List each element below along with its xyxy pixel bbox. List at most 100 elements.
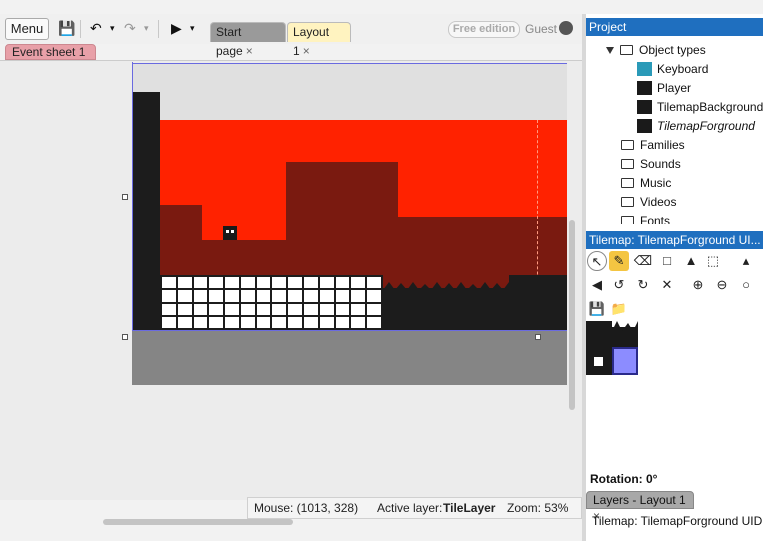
menu-button[interactable]: Menu bbox=[5, 18, 49, 40]
user-avatar-icon[interactable] bbox=[559, 21, 573, 35]
spike-edge bbox=[383, 282, 509, 290]
layout-ground bbox=[132, 330, 567, 385]
layout-scene[interactable] bbox=[132, 63, 567, 385]
redo-icon[interactable]: ↷ bbox=[124, 19, 136, 37]
folder-icon bbox=[621, 197, 634, 207]
mouse-coordinates: Mouse: (1013, 328) bbox=[254, 501, 359, 515]
folder-icon bbox=[621, 178, 634, 188]
folder-icon bbox=[620, 45, 633, 55]
app-window: Menu 💾 ↶ ▾ ↷ ▾ ▶ ▾ Start page × Layout 1 ×… bbox=[0, 0, 763, 541]
tab-label: Start page bbox=[216, 25, 243, 58]
tree-item-label: TilemapBackground bbox=[657, 100, 763, 114]
tree-item-label: Keyboard bbox=[657, 62, 709, 76]
tab-layers-layout-1[interactable]: Layers - Layout 1 × bbox=[586, 491, 694, 523]
rectangle-tool-icon[interactable]: □ bbox=[657, 251, 677, 271]
layers-list-item[interactable]: Tilemap: TilemapForground UID 1 bbox=[586, 511, 763, 531]
tree-item-tilemap-background[interactable]: TilemapBackground bbox=[637, 98, 763, 116]
zoom-level: Zoom: 53% bbox=[507, 501, 569, 515]
tree-item-music[interactable]: Music bbox=[621, 174, 671, 192]
tree-item-videos[interactable]: Videos bbox=[621, 193, 676, 211]
play-icon[interactable]: ▶ bbox=[171, 19, 182, 37]
tree-item-label: TilemapForground bbox=[657, 119, 755, 133]
save-icon[interactable]: 💾 bbox=[587, 299, 607, 319]
tab-label: Layout 1 bbox=[293, 25, 330, 58]
tree-item-player[interactable]: Player bbox=[637, 79, 691, 97]
tab-layout-1[interactable]: Layout 1 × bbox=[287, 22, 351, 58]
mirror-vertical-icon[interactable]: ◀ bbox=[587, 275, 607, 295]
tilemap-panel-header: Tilemap: TilemapForground UI... bbox=[586, 231, 763, 249]
close-icon[interactable]: × bbox=[303, 44, 310, 58]
toolbar-divider bbox=[80, 20, 81, 38]
tree-item-label: Families bbox=[640, 138, 685, 152]
tree-item-tilemap-forground[interactable]: TilemapForground bbox=[637, 117, 755, 135]
select-tool-icon[interactable]: ↖ bbox=[587, 251, 607, 271]
toolbar-divider bbox=[158, 20, 159, 38]
zoom-reset-icon[interactable]: ○ bbox=[736, 275, 756, 295]
tab-start-page[interactable]: Start page × bbox=[210, 22, 286, 58]
layout-background bbox=[132, 63, 567, 120]
tilemap-pillar[interactable] bbox=[132, 92, 160, 330]
undo-icon[interactable]: ↶ bbox=[90, 19, 102, 37]
marquee-tool-icon[interactable]: ⬚ bbox=[703, 251, 723, 271]
zoom-in-icon[interactable]: ⊕ bbox=[688, 275, 708, 295]
expand-arrow-icon[interactable] bbox=[606, 47, 614, 54]
selected-tile[interactable] bbox=[612, 347, 638, 375]
tab-label: Event sheet 1 bbox=[12, 45, 86, 59]
tree-item-label: Object types bbox=[639, 43, 706, 57]
tree-item-label: Videos bbox=[640, 195, 677, 209]
vertical-scrollbar[interactable] bbox=[569, 220, 575, 410]
player-sprite-icon bbox=[637, 81, 652, 95]
folder-open-icon[interactable]: 📁 bbox=[609, 299, 629, 319]
resize-handle[interactable] bbox=[122, 194, 128, 200]
project-panel-header: Project bbox=[586, 18, 763, 36]
project-tree: Object types Keyboard Player TilemapBack… bbox=[586, 36, 763, 224]
main-toolbar: Menu 💾 ↶ ▾ ↷ ▾ ▶ ▾ Start page × Layout 1 ×… bbox=[0, 14, 582, 58]
tree-item-fonts[interactable]: Fonts bbox=[621, 212, 670, 224]
tree-item-families[interactable]: Families bbox=[621, 136, 685, 154]
close-icon[interactable]: × bbox=[246, 44, 253, 58]
tile-marker bbox=[594, 357, 603, 366]
pencil-tool-icon[interactable]: ✎ bbox=[609, 251, 629, 271]
reset-transform-icon[interactable]: ✕ bbox=[657, 275, 677, 295]
eraser-tool-icon[interactable]: ⌫ bbox=[633, 251, 653, 271]
tilemap-icon bbox=[637, 100, 652, 114]
undo-dropdown-icon[interactable]: ▾ bbox=[110, 19, 115, 37]
active-layer-value: TileLayer bbox=[443, 501, 496, 515]
resize-handle[interactable] bbox=[122, 334, 128, 340]
horizontal-scrollbar[interactable] bbox=[103, 519, 293, 525]
tilemap-foreground-block[interactable] bbox=[509, 275, 567, 330]
keyboard-icon bbox=[637, 62, 652, 76]
play-dropdown-icon[interactable]: ▾ bbox=[190, 19, 195, 37]
tilemap-icon bbox=[637, 119, 652, 133]
spike-tile-edge bbox=[612, 321, 638, 331]
player-sprite[interactable] bbox=[223, 226, 237, 240]
tree-item-label: Player bbox=[657, 81, 692, 95]
zoom-out-icon[interactable]: ⊖ bbox=[712, 275, 732, 295]
redo-dropdown-icon[interactable]: ▾ bbox=[144, 19, 149, 37]
folder-icon bbox=[621, 140, 634, 150]
free-edition-badge[interactable]: Free edition bbox=[448, 21, 520, 38]
tree-item-sounds[interactable]: Sounds bbox=[621, 155, 681, 173]
rotation-readout: Rotation: 0° bbox=[590, 472, 658, 486]
tab-event-sheet-1[interactable]: Event sheet 1 × bbox=[5, 44, 96, 74]
mirror-horizontal-icon[interactable]: ▴ bbox=[736, 251, 756, 271]
tilemap-panel-title: Tilemap: TilemapForground UI... bbox=[589, 233, 761, 247]
tree-item-keyboard[interactable]: Keyboard bbox=[637, 60, 708, 78]
rotate-cw-icon[interactable]: ↻ bbox=[633, 275, 653, 295]
tree-item-object-types[interactable]: Object types bbox=[606, 41, 706, 59]
rotate-ccw-icon[interactable]: ↺ bbox=[609, 275, 629, 295]
tilemap-foreground-blocks[interactable] bbox=[160, 275, 383, 330]
fill-tool-icon[interactable]: ▲ bbox=[681, 251, 701, 271]
status-bar: Mouse: (1013, 328) Active layer: TileLay… bbox=[247, 497, 582, 519]
save-icon[interactable]: 💾 bbox=[58, 19, 75, 37]
tile-solid[interactable] bbox=[586, 321, 612, 375]
guest-label[interactable]: Guest bbox=[525, 22, 557, 36]
folder-icon bbox=[621, 216, 634, 224]
selection-border bbox=[132, 62, 133, 330]
tilemap-toolbar: ↖ ✎ ⌫ □ ▲ ⬚ ▴ ◀ ↺ ↻ ✕ ⊕ ⊖ ○ 💾 📁 bbox=[586, 249, 763, 321]
resize-handle[interactable] bbox=[535, 334, 541, 340]
tree-item-label: Sounds bbox=[640, 157, 681, 171]
tileset-palette[interactable] bbox=[586, 321, 642, 375]
tree-item-label: Music bbox=[640, 176, 672, 190]
tab-label: Layers - Layout 1 bbox=[593, 493, 686, 507]
